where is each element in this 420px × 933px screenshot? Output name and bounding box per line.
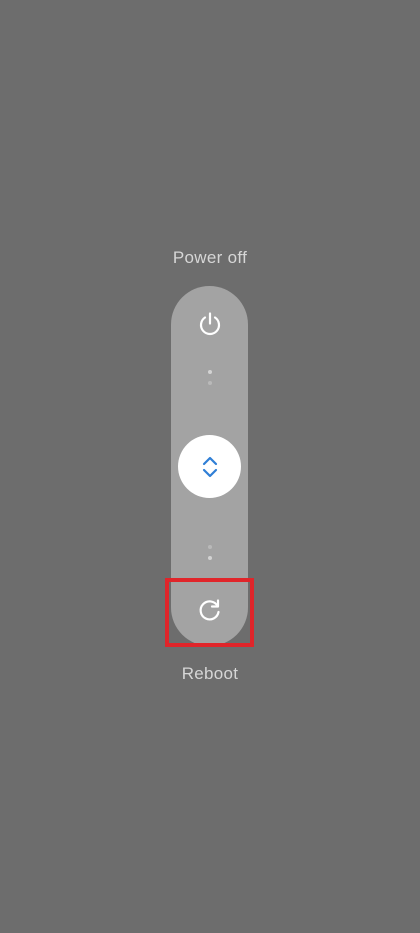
power-off-button[interactable] bbox=[171, 294, 248, 354]
power-icon bbox=[199, 312, 220, 336]
slider-dots-bottom bbox=[207, 545, 212, 560]
slider-dots-top bbox=[207, 370, 212, 385]
power-off-label: Power off bbox=[172, 248, 248, 267]
power-menu-screen: Power off Reboot bbox=[0, 0, 420, 933]
power-slider-track[interactable] bbox=[171, 286, 248, 646]
up-down-chevron-icon bbox=[202, 456, 217, 477]
reboot-label: Reboot bbox=[181, 664, 239, 683]
reboot-button[interactable] bbox=[171, 580, 248, 640]
slider-knob[interactable] bbox=[178, 435, 241, 498]
reboot-icon bbox=[199, 599, 220, 621]
